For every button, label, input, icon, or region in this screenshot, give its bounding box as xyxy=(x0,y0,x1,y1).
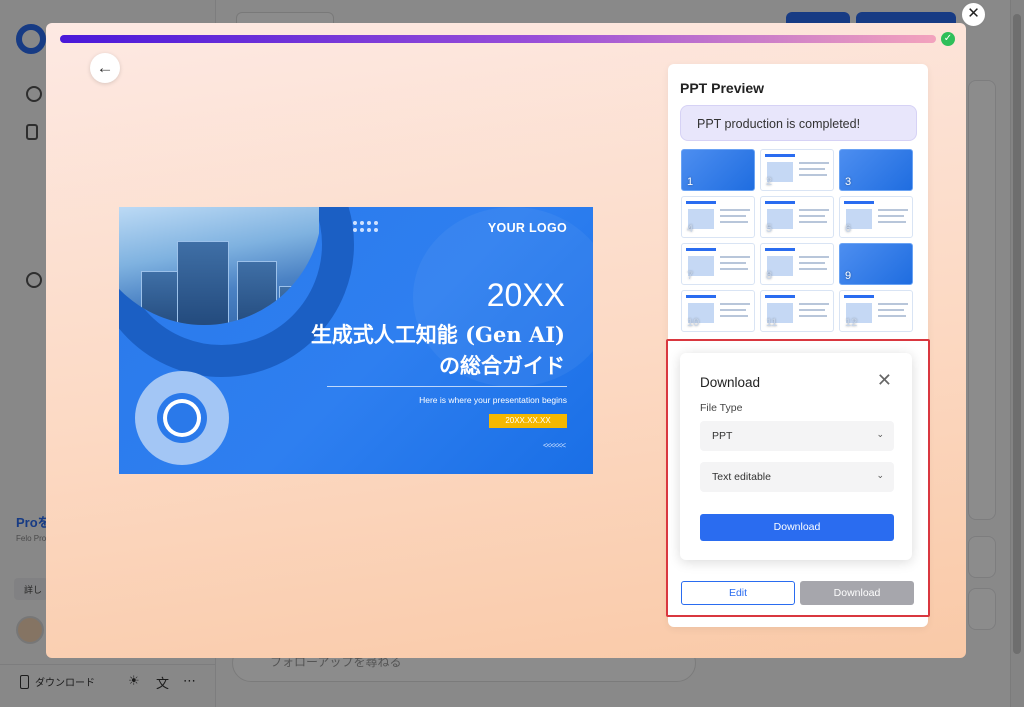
slide-thumbnails: 1 2 3 4 5 6 7 8 9 10 11 12 xyxy=(681,149,913,349)
check-icon: ✓ xyxy=(941,32,955,46)
back-button[interactable]: ← xyxy=(90,53,120,83)
slide-thumbnail-number: 5 xyxy=(766,223,773,235)
download-confirm-button[interactable]: Download xyxy=(700,514,894,541)
slide-thumbnail-number: 9 xyxy=(845,270,852,282)
download-button[interactable]: Download xyxy=(800,581,914,605)
close-icon[interactable]: ✕ xyxy=(877,371,892,389)
slide-chevrons: <<<<<< xyxy=(542,441,566,450)
slide-thumbnail-number: 11 xyxy=(766,317,778,329)
slide-thumbnail-number: 8 xyxy=(766,270,773,282)
slide-thumbnail[interactable]: 7 xyxy=(681,243,755,285)
download-dialog: Download ✕ File Type PPT ⌄ Text editable… xyxy=(680,353,912,560)
slide-title: 生成式人工知能 (Gen AI) の総合ガイド xyxy=(310,322,565,378)
edit-button[interactable]: Edit xyxy=(681,581,795,605)
file-type-select[interactable]: PPT ⌄ xyxy=(700,421,894,451)
slide-thumbnail[interactable]: 11 xyxy=(760,290,834,332)
slide-date: 20XX.XX.XX xyxy=(489,414,567,428)
slide-circle-decoration xyxy=(135,371,229,465)
slide-dots-decoration xyxy=(353,221,379,232)
status-message: PPT production is completed! xyxy=(680,105,917,141)
slide-thumbnail-number: 6 xyxy=(845,223,852,235)
slide-logo: YOUR LOGO xyxy=(487,221,567,235)
file-type-value: PPT xyxy=(712,430,733,442)
slide-thumbnail[interactable]: 5 xyxy=(760,196,834,238)
progress-bar-fill xyxy=(60,35,936,43)
chevron-down-icon: ⌄ xyxy=(876,429,884,439)
slide-thumbnail-number: 4 xyxy=(687,223,694,235)
slide-year: 20XX xyxy=(486,277,565,313)
slide-subtitle: Here is where your presentation begins xyxy=(419,395,567,405)
slide-thumbnail-number: 2 xyxy=(766,176,773,188)
download-dialog-title: Download xyxy=(700,375,761,390)
slide-thumbnail[interactable]: 10 xyxy=(681,290,755,332)
panel-title: PPT Preview xyxy=(680,80,765,96)
chevron-down-icon: ⌄ xyxy=(876,470,884,480)
modal-close-button[interactable]: ✕ xyxy=(960,1,987,28)
slide-thumbnail-number: 10 xyxy=(687,317,700,329)
slide-thumbnail[interactable]: 4 xyxy=(681,196,755,238)
slide-thumbnail[interactable]: 1 xyxy=(681,149,755,191)
slide-thumbnail-number: 12 xyxy=(845,317,858,329)
slide-thumbnail-number: 7 xyxy=(687,270,694,282)
slide-thumbnail[interactable]: 2 xyxy=(760,149,834,191)
slide-preview: YOUR LOGO 20XX 生成式人工知能 (Gen AI) の総合ガイド H… xyxy=(119,207,593,474)
slide-thumbnail[interactable]: 9 xyxy=(839,243,913,285)
slide-thumbnail-number: 3 xyxy=(845,176,852,188)
ppt-modal: ✓ ← YOUR LOGO 20XX 生成式人工知能 (Gen AI) の総合ガ… xyxy=(46,23,966,658)
edit-mode-value: Text editable xyxy=(712,471,771,483)
progress-bar xyxy=(60,35,936,43)
edit-mode-select[interactable]: Text editable ⌄ xyxy=(700,462,894,492)
slide-thumbnail-number: 1 xyxy=(687,176,694,188)
file-type-label: File Type xyxy=(700,402,743,414)
slide-thumbnail[interactable]: 6 xyxy=(839,196,913,238)
close-icon: ✕ xyxy=(967,5,980,22)
slide-thumbnail[interactable]: 12 xyxy=(839,290,913,332)
slide-divider xyxy=(327,386,567,387)
slide-thumbnail[interactable]: 3 xyxy=(839,149,913,191)
slide-thumbnail[interactable]: 8 xyxy=(760,243,834,285)
arrow-left-icon: ← xyxy=(96,58,114,77)
